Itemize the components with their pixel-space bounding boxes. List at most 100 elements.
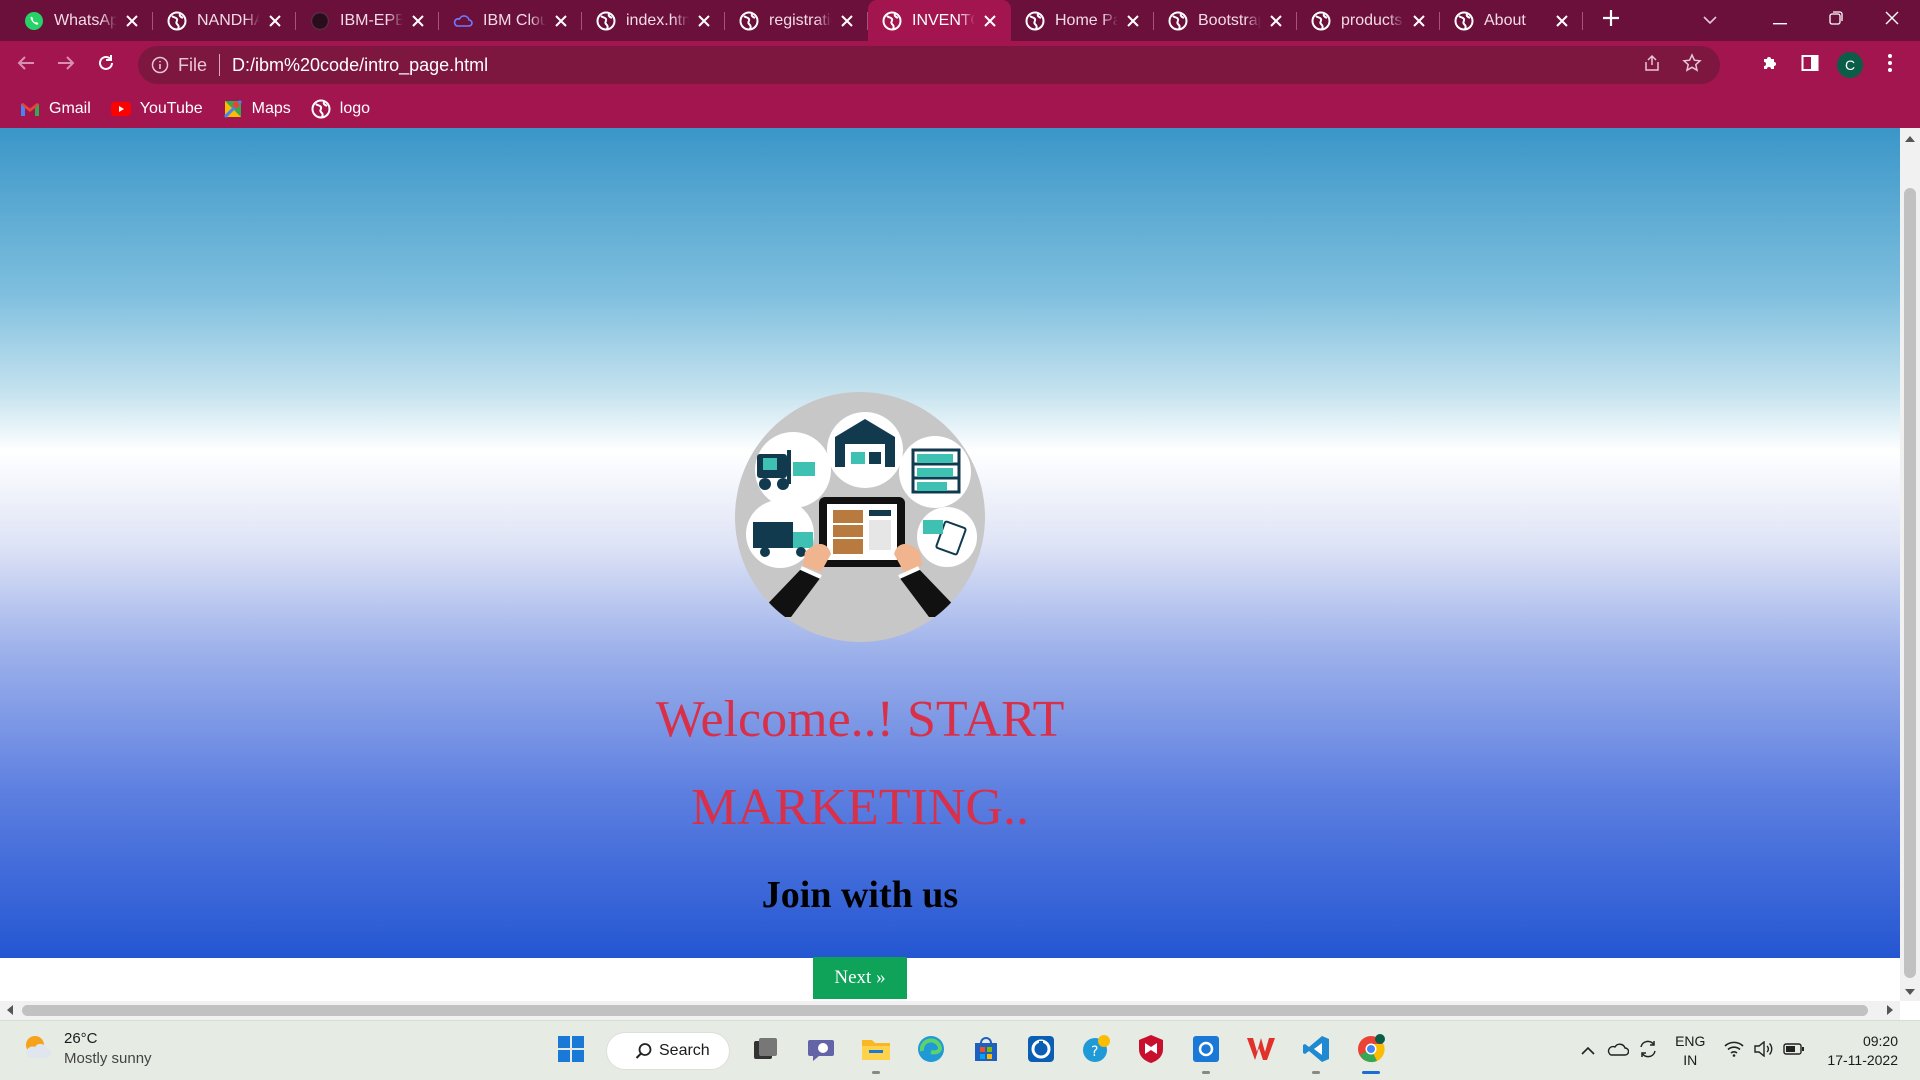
- url-scheme: File: [178, 54, 208, 75]
- taskbar-file-explorer[interactable]: [848, 1027, 903, 1075]
- tab-about[interactable]: About: [1440, 0, 1583, 41]
- clock[interactable]: 09:20 17-11-2022: [1827, 1032, 1898, 1070]
- taskbar-mcafee[interactable]: [1123, 1027, 1178, 1075]
- weather-widget[interactable]: 26°C Mostly sunny: [22, 1029, 152, 1069]
- bookmark-maps[interactable]: Maps: [213, 94, 301, 124]
- minimize-button[interactable]: [1752, 0, 1808, 41]
- battery-button[interactable]: [1779, 1031, 1809, 1071]
- page-viewport: Welcome..! START MARKETING.. Join with u…: [0, 128, 1900, 1001]
- taskbar-store[interactable]: [958, 1027, 1013, 1075]
- welcome-heading: Welcome..! START MARKETING..: [0, 676, 1720, 852]
- volume-button[interactable]: [1749, 1031, 1779, 1071]
- tab-index[interactable]: index.html: [582, 0, 725, 41]
- extensions-button[interactable]: [1750, 45, 1790, 85]
- taskbar-chrome[interactable]: [1343, 1027, 1398, 1075]
- app-icon: [1027, 1035, 1055, 1068]
- close-icon[interactable]: [123, 12, 141, 30]
- scroll-up-button[interactable]: [1900, 128, 1920, 148]
- weather-temp: 26°C: [64, 1030, 98, 1047]
- tab-products[interactable]: products: [1297, 0, 1440, 41]
- tab-nandha[interactable]: NANDHA: [153, 0, 296, 41]
- shield-icon: [1137, 1034, 1165, 1069]
- more-vertical-icon: [1888, 53, 1892, 77]
- bookmark-label: YouTube: [139, 99, 203, 117]
- caret-right-icon: [1887, 1002, 1893, 1020]
- scroll-right-button[interactable]: [1880, 1001, 1900, 1020]
- scroll-down-button[interactable]: [1900, 981, 1920, 1001]
- side-panel-button[interactable]: [1790, 45, 1830, 85]
- close-icon[interactable]: [981, 12, 999, 30]
- globe-icon: [882, 11, 902, 31]
- globe-icon: [1168, 11, 1188, 31]
- tab-home-page[interactable]: Home Page: [1011, 0, 1154, 41]
- close-icon[interactable]: [838, 12, 856, 30]
- info-icon[interactable]: [150, 55, 170, 75]
- taskbar-app-blue[interactable]: [1178, 1027, 1233, 1075]
- show-hidden-icons-button[interactable]: [1573, 1031, 1603, 1071]
- taskbar-wps[interactable]: [1233, 1027, 1288, 1075]
- bookmark-youtube[interactable]: YouTube: [101, 94, 213, 124]
- language-code: ENG: [1675, 1033, 1706, 1049]
- caret-down-icon: [1905, 982, 1915, 1000]
- next-button[interactable]: Next »: [813, 957, 907, 999]
- share-button[interactable]: [1632, 46, 1672, 84]
- start-button[interactable]: [543, 1027, 598, 1075]
- input-language[interactable]: ENG IN: [1675, 1032, 1705, 1070]
- sync-icon: [1638, 1039, 1658, 1064]
- restore-button[interactable]: [1808, 0, 1864, 41]
- weather-desc: Mostly sunny: [64, 1050, 152, 1067]
- taskbar-app[interactable]: [1013, 1027, 1068, 1075]
- running-indicator: [1311, 1071, 1320, 1074]
- menu-button[interactable]: [1870, 45, 1910, 85]
- url-text[interactable]: D:/ibm%20code/intro_page.html: [232, 55, 488, 76]
- scrollbar-thumb[interactable]: [22, 1005, 1868, 1016]
- close-icon[interactable]: [1124, 12, 1142, 30]
- task-view-icon: [753, 1037, 779, 1066]
- taskbar-search[interactable]: Search: [606, 1032, 730, 1070]
- taskbar-vscode[interactable]: [1288, 1027, 1343, 1075]
- close-icon[interactable]: [695, 12, 713, 30]
- cloud-icon: [1607, 1042, 1630, 1061]
- horizontal-scrollbar[interactable]: [0, 1001, 1900, 1020]
- address-bar[interactable]: File D:/ibm%20code/intro_page.html: [138, 46, 1720, 84]
- close-icon[interactable]: [409, 12, 427, 30]
- new-tab-button[interactable]: [1591, 0, 1631, 41]
- scrollbar-thumb[interactable]: [1904, 188, 1916, 978]
- windows-icon: [557, 1035, 585, 1068]
- back-button[interactable]: [6, 45, 46, 85]
- tab-whatsapp[interactable]: WhatsApp: [10, 0, 153, 41]
- close-icon[interactable]: [1267, 12, 1285, 30]
- bookmark-logo[interactable]: logo: [301, 94, 380, 124]
- taskbar-task-view[interactable]: [738, 1027, 793, 1075]
- ibm-cloud-icon: [453, 11, 473, 31]
- tab-search-button[interactable]: [1688, 0, 1732, 41]
- taskbar-help[interactable]: ?: [1068, 1027, 1123, 1075]
- taskbar-edge[interactable]: [903, 1027, 958, 1075]
- tab-registration[interactable]: registration: [725, 0, 868, 41]
- vertical-scrollbar[interactable]: [1900, 128, 1920, 1001]
- tab-inventory[interactable]: INVENTORY: [868, 0, 1011, 41]
- tab-ibm-epbl[interactable]: IBM-EPBL: [296, 0, 439, 41]
- reload-button[interactable]: [86, 45, 126, 85]
- close-window-button[interactable]: [1864, 0, 1920, 41]
- region-code: IN: [1683, 1052, 1698, 1068]
- close-icon[interactable]: [266, 12, 284, 30]
- network-button[interactable]: [1719, 1031, 1749, 1071]
- forward-button[interactable]: [46, 45, 86, 85]
- toolbar-actions: C: [1750, 45, 1910, 85]
- close-icon[interactable]: [552, 12, 570, 30]
- sync-button[interactable]: [1633, 1031, 1663, 1071]
- close-icon[interactable]: [1553, 12, 1571, 30]
- taskbar-teams[interactable]: [793, 1027, 848, 1075]
- tab-bootstrap[interactable]: Bootstrap: [1154, 0, 1297, 41]
- arrow-right-icon: [57, 55, 75, 76]
- close-icon[interactable]: [1410, 12, 1428, 30]
- tab-ibm-cloud[interactable]: IBM Cloud: [439, 0, 582, 41]
- wifi-icon: [1724, 1041, 1744, 1062]
- profile-button[interactable]: C: [1830, 45, 1870, 85]
- bookmark-gmail[interactable]: Gmail: [10, 94, 101, 124]
- bookmark-star-button[interactable]: [1672, 46, 1712, 84]
- bookmarks-bar: Gmail YouTube Maps logo: [0, 89, 1920, 128]
- onedrive-button[interactable]: [1603, 1031, 1633, 1071]
- scroll-left-button[interactable]: [0, 1001, 20, 1020]
